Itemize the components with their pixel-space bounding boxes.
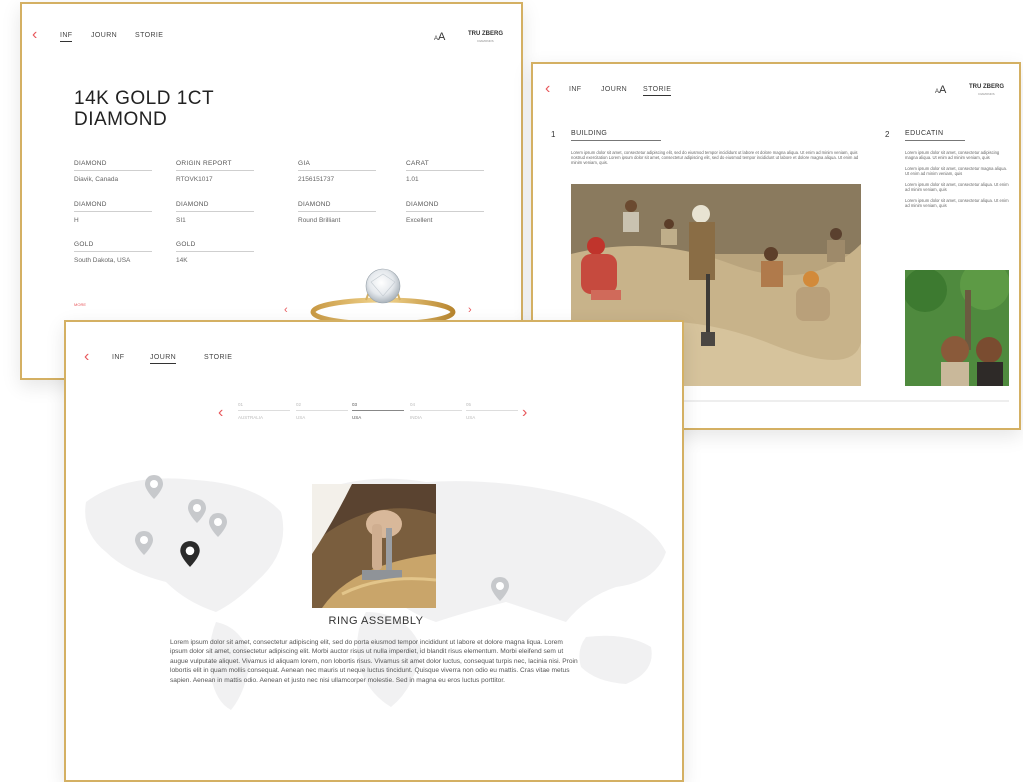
- story-number: 2: [885, 130, 890, 139]
- timeline-step[interactable]: 05 USA: [466, 402, 518, 420]
- location-pin-icon[interactable]: [208, 512, 228, 538]
- more-link[interactable]: MORE: [74, 302, 86, 307]
- spec-item: DIAMOND H: [74, 201, 162, 224]
- diamond-ring-image: [310, 268, 456, 326]
- top-nav: ‹ INF JOURN STORIE AA TRU ZBERG DIAMONDS: [533, 64, 1019, 97]
- brand-logo: TRU ZBERG DIAMONDS: [468, 31, 503, 43]
- back-chevron-icon[interactable]: ‹: [32, 27, 37, 43]
- location-pin-icon[interactable]: [144, 474, 164, 500]
- location-pin-icon[interactable]: [187, 498, 207, 524]
- section-body: Lorem ipsum dolor sit amet, consectetur …: [170, 639, 578, 684]
- spec-item: GOLD 14K: [176, 241, 264, 264]
- timeline-step[interactable]: 04 INDIA: [410, 402, 462, 420]
- timeline-step-active[interactable]: 03 USA: [352, 402, 404, 420]
- tab-journ[interactable]: JOURN: [601, 86, 627, 93]
- timeline-step[interactable]: 01 AUSTRALIA: [238, 402, 290, 420]
- journey-timeline: 01 AUSTRALIA 02 USA 03 USA 04 INDIA 05 USA: [226, 396, 526, 436]
- spec-item: DIAMOND Diavik, Canada: [74, 160, 162, 183]
- prev-arrow-icon[interactable]: ‹: [284, 304, 288, 316]
- story-body: Lorem ipsum dolor sit amet, consectetur …: [905, 150, 1009, 208]
- tab-storie[interactable]: STORIE: [643, 86, 672, 96]
- story-number: 1: [551, 130, 556, 139]
- spec-item: DIAMOND Round Brilliant: [298, 201, 386, 224]
- story-heading: EDUCATIN: [905, 130, 965, 141]
- tab-storie[interactable]: STORIE: [204, 354, 232, 361]
- tab-inf[interactable]: INF: [569, 86, 581, 93]
- spec-item: GOLD South Dakota, USA: [74, 241, 162, 264]
- tab-journ[interactable]: JOURN: [91, 32, 117, 39]
- story-body: Lorem ipsum dolor sit amet, consectetur …: [571, 150, 859, 165]
- product-title: 14K GOLD 1CT DIAMOND: [74, 88, 215, 130]
- back-chevron-icon[interactable]: ‹: [545, 81, 550, 97]
- children-photo: [905, 270, 1009, 386]
- tab-journ[interactable]: JOURN: [150, 354, 177, 364]
- brand-logo: TRU ZBERG DIAMONDS: [969, 84, 1004, 96]
- font-size-toggle[interactable]: AA: [434, 31, 445, 43]
- font-size-toggle[interactable]: AA: [935, 84, 946, 96]
- spec-item: DIAMOND SI1: [176, 201, 264, 224]
- section-title: RING ASSEMBLY: [328, 615, 424, 627]
- spec-item: CARAT 1.01: [406, 160, 494, 183]
- tab-inf[interactable]: INF: [112, 354, 124, 361]
- ring-assembly-photo: [312, 484, 436, 608]
- timeline-step[interactable]: 02 USA: [296, 402, 348, 420]
- tab-inf[interactable]: INF: [60, 32, 73, 42]
- location-pin-icon[interactable]: [490, 576, 510, 602]
- spec-item: ORIGIN REPORT RTOVK1017: [176, 160, 264, 183]
- timeline-prev-icon[interactable]: ‹: [218, 404, 223, 422]
- top-nav: ‹ INF JOURN STORIE: [66, 322, 682, 365]
- back-chevron-icon[interactable]: ‹: [84, 349, 89, 365]
- spec-item: GIA 2156151737: [298, 160, 386, 183]
- tab-storie[interactable]: STORIE: [135, 32, 163, 39]
- active-location-pin-icon[interactable]: [179, 540, 201, 568]
- spec-item: DIAMOND Excellent: [406, 201, 494, 224]
- next-arrow-icon[interactable]: ›: [468, 304, 472, 316]
- top-nav: ‹ INF JOURN STORIE AA TRU ZBERG DIAMONDS: [22, 4, 521, 44]
- location-pin-icon[interactable]: [134, 530, 154, 556]
- story-heading: BUILDING: [571, 130, 661, 141]
- journey-screen: ‹ INF JOURN STORIE ‹ › 01 AUSTRALIA 02 USA…: [64, 320, 684, 782]
